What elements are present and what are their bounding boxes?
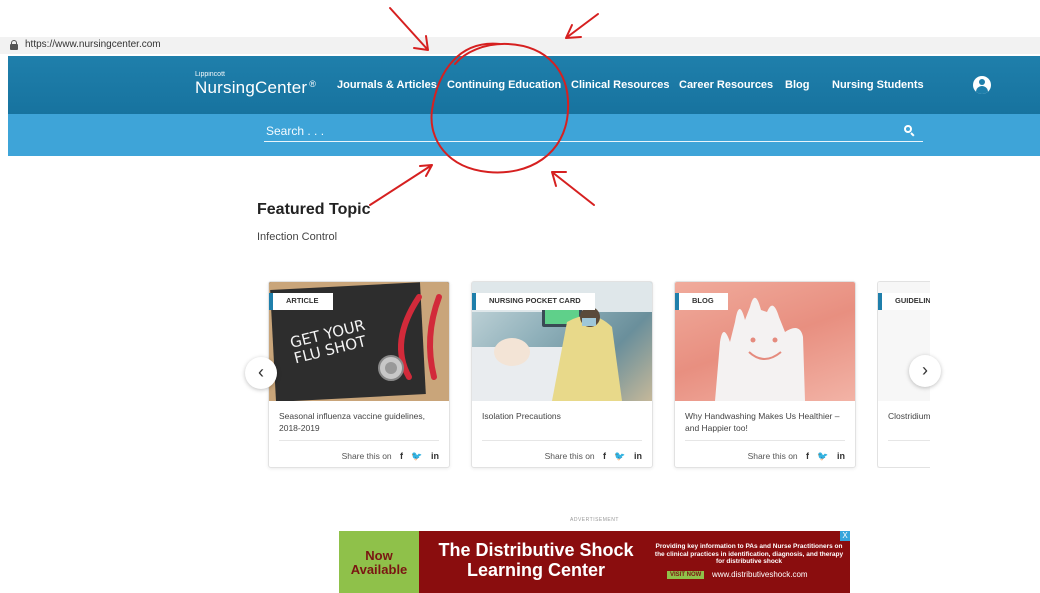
url-bar[interactable]: https://www.nursingcenter.com [0,37,1040,54]
linkedin-icon[interactable]: in [837,451,845,461]
carousel-prev-button[interactable]: ‹ [245,357,277,389]
card-tag: BLOG [675,293,728,310]
ad-headline-line-1: The Distributive Shock [438,540,634,560]
site-header: Lippincott NursingCenter ® Journals & Art… [8,56,1040,114]
card-title[interactable]: Clostridium [888,410,930,422]
brand-publisher: Lippincott [195,71,225,78]
card-title[interactable]: Isolation Precautions [482,410,646,422]
nav-nursing-students[interactable]: Nursing Students [832,79,924,91]
ad-visit-button[interactable]: VISIT NOW [667,571,705,579]
search-band [8,114,1040,156]
card-title[interactable]: Seasonal influenza vaccine guidelines, 2… [279,410,443,434]
featured-topic-name[interactable]: Infection Control [257,231,337,243]
brand-registered-mark: ® [309,79,316,89]
card-tag: ARTICLE [269,293,333,310]
share-label: Share this on [747,451,798,461]
ad-site-link[interactable]: www.distributiveshock.com [712,570,808,579]
ad-label: ADVERTISEMENT [570,517,619,523]
nav-continuing-education[interactable]: Continuing Education [447,79,561,91]
card-share-row: Share this on f 🐦 in [685,440,845,462]
linkedin-icon[interactable]: in [634,451,642,461]
advertisement-banner[interactable]: Now Available The Distributive Shock Lea… [339,531,850,593]
nav-clinical-resources[interactable]: Clinical Resources [571,79,669,91]
nav-blog[interactable]: Blog [785,79,809,91]
card-tag: NURSING POCKET CARD [472,293,595,310]
annotation-arrow-top-right [565,13,599,39]
user-account-icon[interactable] [973,76,991,94]
search-bar [264,122,923,142]
facebook-icon[interactable]: f [603,451,606,461]
share-label: Share this on [341,451,392,461]
facebook-icon[interactable]: f [400,451,403,461]
twitter-icon[interactable]: 🐦 [411,451,422,461]
search-icon[interactable] [904,125,915,137]
nav-journals-articles[interactable]: Journals & Articles [337,79,437,91]
ad-main: The Distributive Shock Learning Center P… [419,531,850,593]
url-text[interactable]: https://www.nursingcenter.com [25,39,161,50]
ad-body-text: Providing key information to PAs and Nur… [654,543,844,565]
linkedin-icon[interactable]: in [431,451,439,461]
facebook-icon[interactable]: f [806,451,809,461]
share-label: Share this on [544,451,595,461]
card-share-row: Share this on f 🐦 in [482,440,642,462]
carousel-next-button[interactable]: › [909,355,941,387]
lock-icon [10,40,18,50]
featured-topic-heading: Featured Topic [257,201,371,218]
ad-close-icon[interactable]: X [840,531,850,541]
nav-career-resources[interactable]: Career Resources [679,79,773,91]
topic-card-article[interactable]: GET YOUR FLU SHOT ARTICLE Seasonal influ… [268,281,450,468]
annotation-arrow-bottom-right [551,171,595,206]
topic-card-pocket-card[interactable]: NURSING POCKET CARD Isolation Precaution… [471,281,653,468]
card-share-row: Share this on f 🐦 in [279,440,439,462]
ad-headline: The Distributive Shock Learning Center [433,540,639,580]
ad-now-available: Now Available [339,531,419,593]
search-input[interactable] [264,122,884,140]
site-logo[interactable]: Lippincott NursingCenter ® [195,71,316,98]
card-tag: GUIDELINE [878,293,930,310]
ad-headline-line-2: Learning Center [466,560,606,580]
twitter-icon[interactable]: 🐦 [614,451,625,461]
twitter-icon[interactable]: 🐦 [817,451,828,461]
card-title[interactable]: Why Handwashing Makes Us Healthier – and… [685,410,849,434]
annotation-arrow-bottom-left [369,164,433,206]
brand-name: NursingCenter [195,78,308,97]
card-share-row [888,440,930,451]
topic-card-blog[interactable]: BLOG Why Handwashing Makes Us Healthier … [674,281,856,468]
